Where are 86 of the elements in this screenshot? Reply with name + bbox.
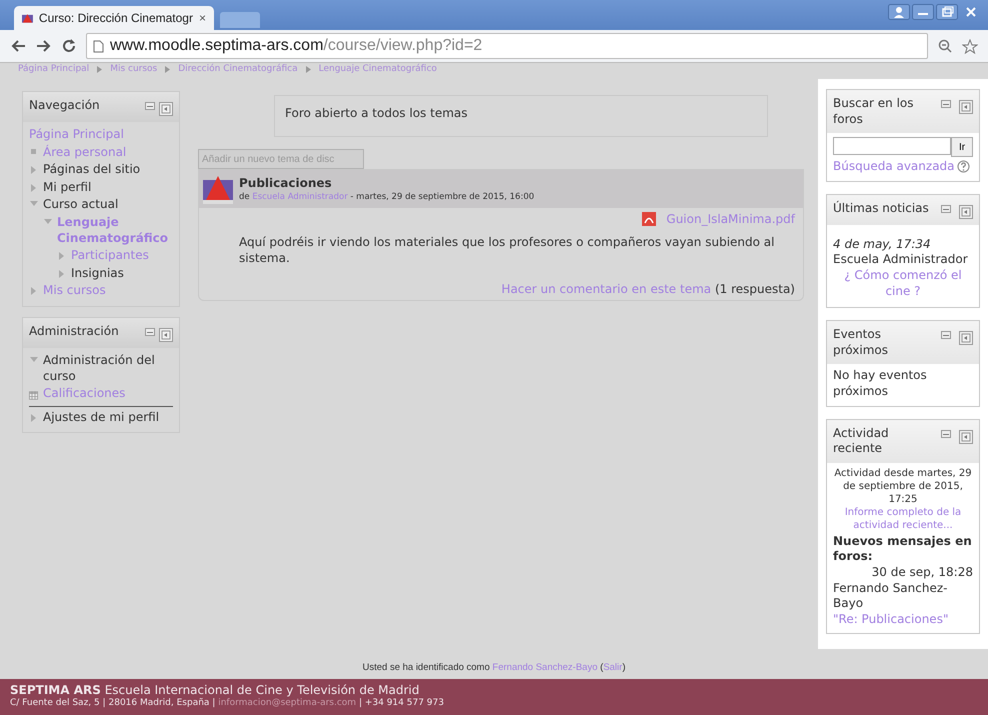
minimize-icon[interactable] bbox=[912, 4, 934, 20]
attachment-link[interactable]: Guion_IslaMinima.pdf bbox=[666, 212, 795, 226]
message-author: Fernando Sanchez-Bayo bbox=[833, 580, 948, 612]
breadcrumb-separator-icon bbox=[97, 66, 102, 72]
minimize-icon[interactable] bbox=[145, 328, 155, 336]
user-link[interactable]: Fernando Sanchez-Bayo bbox=[492, 662, 598, 672]
navigation-item[interactable]: Mis cursos bbox=[43, 283, 106, 299]
back-icon[interactable] bbox=[10, 39, 26, 53]
navigation-item: Mi perfil bbox=[43, 180, 92, 196]
block-title: Buscar en los foros bbox=[833, 96, 915, 128]
reply-count: (1 respuesta) bbox=[714, 282, 795, 296]
minimize-icon[interactable] bbox=[941, 100, 951, 108]
parenthesis: ) bbox=[622, 662, 626, 672]
activity-since: Actividad desde martes, 29 de septiembre de 2015, 17:25 bbox=[833, 466, 973, 506]
navigation-item: Curso actual bbox=[43, 197, 118, 213]
dock-icon[interactable] bbox=[159, 102, 173, 116]
page-icon bbox=[93, 40, 104, 52]
help-icon[interactable] bbox=[956, 160, 970, 174]
minimize-icon[interactable] bbox=[941, 331, 951, 340]
search-button[interactable]: Ir bbox=[951, 137, 973, 158]
address-field[interactable]: www.moodle.septima-ars.com/course/view.php?id=2 bbox=[86, 33, 928, 59]
navigation-item: Páginas del sitio bbox=[43, 162, 140, 178]
activity-report-link[interactable]: Informe completo de la actividad reciente... bbox=[833, 506, 973, 532]
dock-icon[interactable] bbox=[959, 100, 973, 114]
tab-close-button[interactable]: × bbox=[198, 11, 206, 25]
block-title: Eventos próximos bbox=[833, 327, 889, 358]
footer-school-name: Escuela Internacional de Cine y Televisión de Madrid bbox=[104, 683, 420, 697]
reload-icon[interactable] bbox=[62, 39, 76, 53]
events-text: No hay eventos próximos bbox=[833, 368, 928, 400]
tab-title: Curso: Dirección Cinematogr bbox=[38, 11, 193, 25]
administration-item: Administración del curso bbox=[43, 352, 156, 384]
author-link[interactable]: Escuela Administrador bbox=[252, 192, 348, 202]
user-icon[interactable] bbox=[888, 4, 910, 20]
footer-phone: | +34 914 577 973 bbox=[358, 698, 444, 708]
search-field[interactable] bbox=[833, 137, 951, 156]
block-title: Administración bbox=[29, 324, 120, 340]
pdf-icon bbox=[642, 212, 656, 226]
forward-icon[interactable] bbox=[36, 39, 52, 53]
breadcrumb-link[interactable]: Dirección Cinematográfica bbox=[178, 64, 298, 74]
navigation-item[interactable]: Área personal bbox=[43, 144, 126, 160]
post-byline: de bbox=[239, 192, 250, 202]
block-title: Actividad reciente bbox=[833, 426, 890, 457]
minimize-icon[interactable] bbox=[941, 204, 951, 213]
navigation-item[interactable]: Participantes bbox=[71, 248, 149, 264]
dock-icon[interactable] bbox=[159, 328, 173, 342]
logout-link[interactable]: Salir bbox=[603, 662, 622, 672]
parenthesis: ( bbox=[600, 662, 604, 672]
star-icon[interactable] bbox=[962, 38, 978, 54]
administration-item: Ajustes de mi perfil bbox=[43, 410, 160, 426]
post-title: Publicaciones bbox=[239, 176, 333, 190]
post-date: - martes, 29 de septiembre de 2015, 16:00 bbox=[350, 192, 534, 202]
block-title: Últimas noticias bbox=[833, 200, 930, 216]
post-text: Aquí podréis ir viendo los materiales que los profesores o compañeros vayan subiendo al sistema. bbox=[239, 234, 776, 266]
breadcrumb-separator-icon bbox=[306, 66, 311, 72]
reply-link[interactable]: Hacer un comentario en este tema bbox=[501, 282, 712, 296]
message-link[interactable]: "Re: Publicaciones" bbox=[833, 612, 948, 626]
navigation-item[interactable]: Lenguaje Cinematográfico bbox=[57, 214, 173, 246]
breadcrumb-link[interactable]: Página Principal bbox=[18, 64, 90, 74]
footer-brand: SEPTIMA ARS bbox=[10, 683, 101, 697]
minimize-icon[interactable] bbox=[145, 102, 155, 110]
advanced-search-link[interactable]: Búsqueda avanzada bbox=[833, 159, 955, 175]
footer-email-link[interactable]: informacion@septima-ars.com bbox=[218, 698, 356, 708]
minimize-icon[interactable] bbox=[941, 430, 951, 438]
news-author: Escuela Administrador bbox=[833, 252, 969, 268]
dock-icon[interactable] bbox=[959, 331, 973, 346]
triangle-logo-icon bbox=[22, 12, 33, 24]
block-title: Navegación bbox=[29, 98, 101, 114]
navigation-item[interactable]: Página Principal bbox=[29, 127, 124, 143]
login-text: Usted se ha identificado como bbox=[362, 662, 490, 672]
browser-tab[interactable]: Curso: Dirección Cinematogr × bbox=[14, 6, 214, 30]
dock-icon[interactable] bbox=[959, 430, 973, 444]
navigation-item: Insignias bbox=[71, 266, 124, 282]
news-link[interactable]: ¿ Cómo comenzó el cine ? bbox=[833, 268, 973, 300]
footer-address: C/ Fuente del Saz, 5 | 28016 Madrid, España | bbox=[10, 698, 216, 708]
breadcrumb-link[interactable]: Lenguaje Cinematográfico bbox=[318, 64, 437, 74]
activity-heading: Nuevos mensajes en foros: bbox=[833, 534, 973, 565]
breadcrumb-separator-icon bbox=[165, 66, 170, 72]
forum-intro: Foro abierto a todos los temas bbox=[274, 95, 768, 137]
administration-item[interactable]: Calificaciones bbox=[43, 386, 126, 402]
restore-icon[interactable] bbox=[936, 4, 958, 20]
dock-icon[interactable] bbox=[959, 204, 973, 219]
news-date: 4 de may, 17:34 bbox=[833, 236, 932, 252]
zoom-icon[interactable] bbox=[938, 39, 952, 53]
message-date: 30 de sep, 18:28 bbox=[872, 564, 973, 579]
school-logo-icon bbox=[203, 174, 233, 204]
breadcrumb-link[interactable]: Mis cursos bbox=[110, 64, 158, 74]
